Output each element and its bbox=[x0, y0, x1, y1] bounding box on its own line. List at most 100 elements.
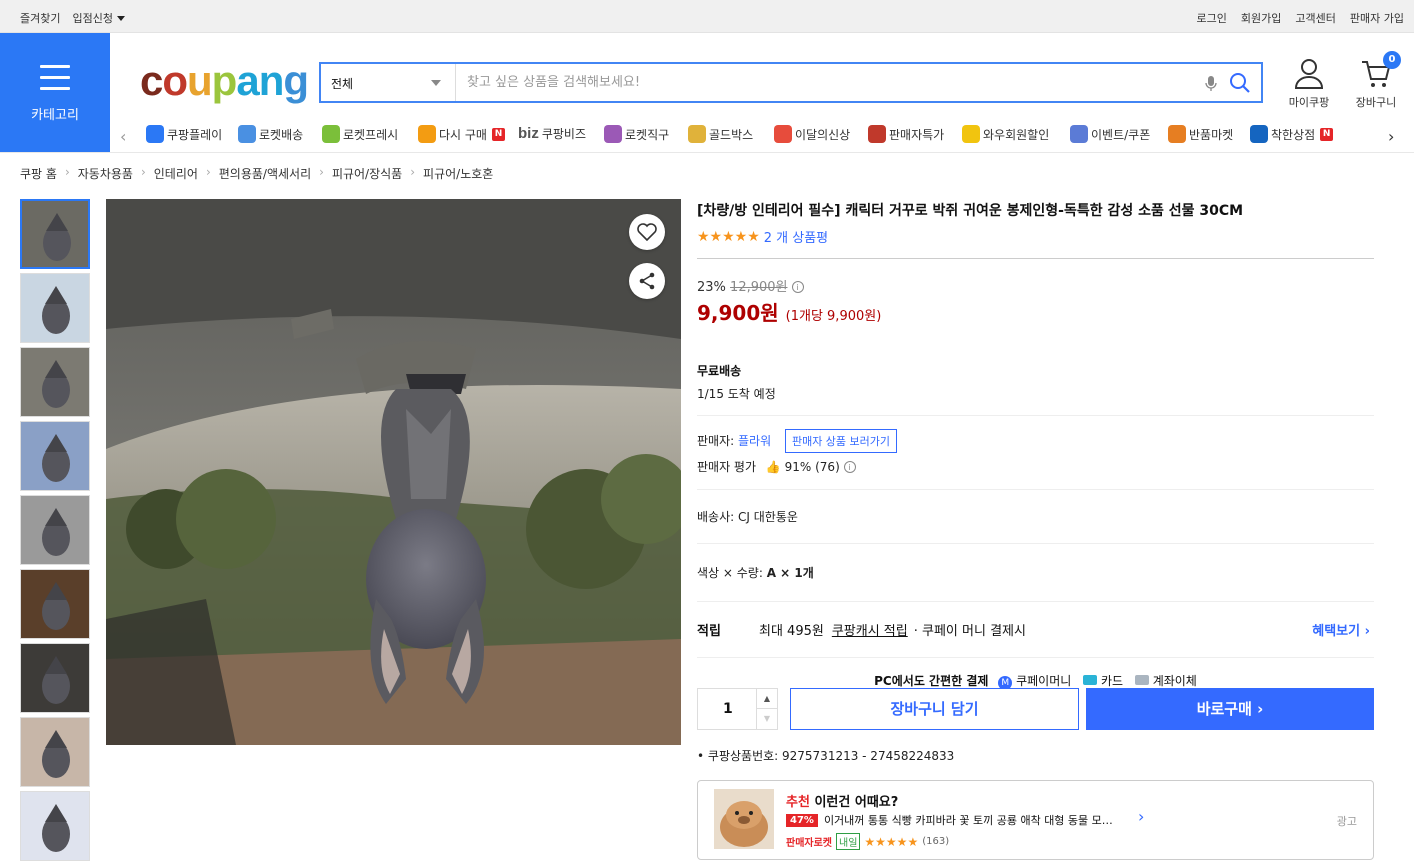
unit-price: (1개당 9,900원) bbox=[785, 309, 882, 324]
product-rating[interactable]: ★★★★★ 2 개 상품평 bbox=[697, 227, 1374, 247]
thumbnail[interactable] bbox=[20, 569, 90, 639]
recommend-meta: 판매자로켓 내일 ★★★★★ (163) bbox=[786, 833, 949, 850]
menu-item-label: 이벤트/쿠폰 bbox=[1091, 127, 1151, 142]
thumbnail[interactable] bbox=[20, 717, 90, 787]
seller-signup-link[interactable]: 판매자 가입 bbox=[1350, 10, 1404, 26]
menu-item[interactable]: 이달의신상 bbox=[774, 125, 850, 143]
share-button[interactable] bbox=[629, 263, 665, 299]
seller-name-link[interactable]: 플라워 bbox=[738, 434, 771, 448]
points-max: 최대 495원 bbox=[759, 624, 824, 639]
seller-entry-link[interactable]: 입점신청 bbox=[72, 10, 125, 26]
share-icon bbox=[639, 272, 655, 290]
info-icon[interactable]: i bbox=[843, 461, 856, 473]
recommend-stars: ★★★★★ bbox=[864, 834, 919, 849]
signup-link[interactable]: 회원가입 bbox=[1241, 10, 1281, 26]
logo-letter: g bbox=[283, 57, 309, 104]
recommend-box[interactable]: 추천 이런건 어때요? 47% 이거내꺼 통통 식빵 카피바라 꽃 토끼 공룡 … bbox=[697, 780, 1374, 860]
search-category-select[interactable]: 전체 bbox=[321, 64, 456, 101]
option-value: A × 1개 bbox=[766, 566, 814, 580]
percent-icon bbox=[868, 125, 886, 143]
add-to-cart-button[interactable]: 장바구니 담기 bbox=[790, 688, 1079, 730]
thumbnail[interactable] bbox=[20, 347, 90, 417]
customer-center-link[interactable]: 고객센터 bbox=[1295, 10, 1335, 26]
menu-item[interactable]: 착한상점 N bbox=[1250, 125, 1334, 143]
points-pay: · 쿠페이 머니 결제시 bbox=[913, 624, 1026, 639]
menu-item-label: 판매자특가 bbox=[889, 127, 945, 142]
breadcrumb-item[interactable]: 피규어/장식품 bbox=[332, 165, 402, 182]
recommend-thumbnail bbox=[714, 789, 774, 849]
shipping-title: 무료배송 bbox=[697, 364, 742, 378]
option-row: 색상 × 수량: A × 1개 bbox=[697, 564, 1374, 581]
thumbnail[interactable] bbox=[20, 643, 90, 713]
info-icon[interactable]: i bbox=[791, 281, 804, 293]
menu-item[interactable]: 이벤트/쿠폰 bbox=[1070, 125, 1150, 143]
menu-item[interactable]: 로켓배송 bbox=[238, 125, 303, 143]
search-category-value: 전체 bbox=[331, 77, 354, 91]
quantity-decrease-button[interactable]: ▼ bbox=[756, 709, 777, 729]
benefit-link[interactable]: 혜택보기 › bbox=[1312, 620, 1370, 639]
search-icon[interactable] bbox=[1229, 72, 1251, 98]
menu-item[interactable]: 로켓프레시 bbox=[322, 125, 398, 143]
menu-item[interactable]: 쿠팡플레이 bbox=[146, 125, 222, 143]
sale-price: 9,900원 bbox=[697, 301, 779, 325]
ad-label: 광고 bbox=[1336, 815, 1357, 828]
chevron-right-icon: › bbox=[205, 165, 211, 179]
pc-pay-label: PC에서도 간편한 결제 bbox=[874, 674, 989, 688]
menu-item[interactable]: 판매자특가 bbox=[868, 125, 944, 143]
coupang-logo[interactable]: coupang bbox=[140, 57, 309, 104]
chevron-left-icon[interactable]: ‹ bbox=[120, 127, 126, 146]
wow-icon bbox=[962, 125, 980, 143]
recommend-tag: 판매자로켓 bbox=[786, 838, 832, 849]
menu-item-label: 와우회원할인 bbox=[983, 127, 1050, 142]
thumbnail[interactable] bbox=[20, 199, 90, 269]
chevron-right-icon[interactable]: › bbox=[1138, 807, 1144, 826]
original-price-row: 23% 12,900원 i bbox=[697, 276, 1374, 295]
menu-item[interactable]: 로켓직구 bbox=[604, 125, 669, 143]
chevron-right-icon[interactable]: › bbox=[1388, 127, 1394, 146]
pay-method-card: 카드 bbox=[1100, 674, 1124, 688]
thumbnail[interactable] bbox=[20, 495, 90, 565]
search-input[interactable] bbox=[457, 64, 1187, 101]
quantity-increase-button[interactable]: ▲ bbox=[756, 689, 777, 709]
breadcrumb-item[interactable]: 피규어/노호혼 bbox=[423, 165, 493, 182]
menu-item[interactable]: 다시 구매 N bbox=[418, 125, 505, 143]
chevron-right-icon: › bbox=[319, 165, 324, 179]
menu-item-label: 쿠팡비즈 bbox=[541, 127, 587, 141]
breadcrumb-item[interactable]: 자동차용품 bbox=[78, 165, 133, 182]
product-title: [차량/방 인테리어 필수] 캐릭터 거꾸로 박쥐 귀여운 봉제인형-독특한 감… bbox=[697, 203, 1244, 219]
menu-item[interactable]: biz 쿠팡비즈 bbox=[518, 125, 586, 142]
goldbox-icon bbox=[688, 125, 706, 143]
menu-item[interactable]: 골드박스 bbox=[688, 125, 753, 143]
market-icon bbox=[1168, 125, 1186, 143]
logo-letter: u bbox=[187, 57, 213, 104]
sale-price-row: 9,900원 (1개당 9,900원) bbox=[697, 297, 1374, 326]
seller-products-button[interactable]: 판매자 상품 보러가기 bbox=[784, 429, 898, 453]
menu-item[interactable]: 반품마켓 bbox=[1168, 125, 1233, 143]
buy-now-button[interactable]: 바로구매 › bbox=[1086, 688, 1374, 730]
microphone-icon[interactable] bbox=[1205, 75, 1217, 97]
product-number-value: 쿠팡상품번호: 9275731213 - 27458224833 bbox=[707, 749, 955, 763]
quantity-value[interactable]: 1 bbox=[723, 701, 733, 717]
rating-stars: ★★★★★ bbox=[697, 228, 760, 245]
mycoupang-button[interactable]: 마이쿠팡 bbox=[1279, 58, 1339, 110]
product-info-panel: [차량/방 인테리어 필수] 캐릭터 거꾸로 박쥐 귀여운 봉제인형-독특한 감… bbox=[697, 199, 1374, 860]
points-cash: 쿠팡캐시 적립 bbox=[831, 624, 908, 639]
carrier-row: 배송사: CJ 대한통운 bbox=[697, 508, 1374, 525]
category-button[interactable]: 카테고리 bbox=[0, 33, 110, 152]
breadcrumb-item[interactable]: 편의용품/액세서리 bbox=[219, 165, 311, 182]
review-count-link[interactable]: 2 개 상품평 bbox=[764, 227, 828, 246]
breadcrumb-item[interactable]: 인테리어 bbox=[154, 165, 198, 182]
breadcrumb-item[interactable]: 쿠팡 홈 bbox=[20, 165, 57, 182]
thumbnail[interactable] bbox=[20, 421, 90, 491]
logo-letter: a bbox=[236, 57, 259, 104]
thumbnail[interactable] bbox=[20, 273, 90, 343]
option-label: 색상 × 수량: bbox=[697, 566, 763, 580]
chevron-right-icon: › bbox=[410, 165, 416, 179]
bookmark-link[interactable]: 즐겨찾기 bbox=[20, 10, 60, 26]
coupon-icon bbox=[1070, 125, 1088, 143]
menu-item[interactable]: 와우회원할인 bbox=[962, 125, 1049, 143]
login-link[interactable]: 로그인 bbox=[1197, 10, 1227, 26]
heart-icon bbox=[637, 223, 657, 241]
wishlist-heart-button[interactable] bbox=[629, 214, 665, 250]
thumbnail[interactable] bbox=[20, 791, 90, 861]
